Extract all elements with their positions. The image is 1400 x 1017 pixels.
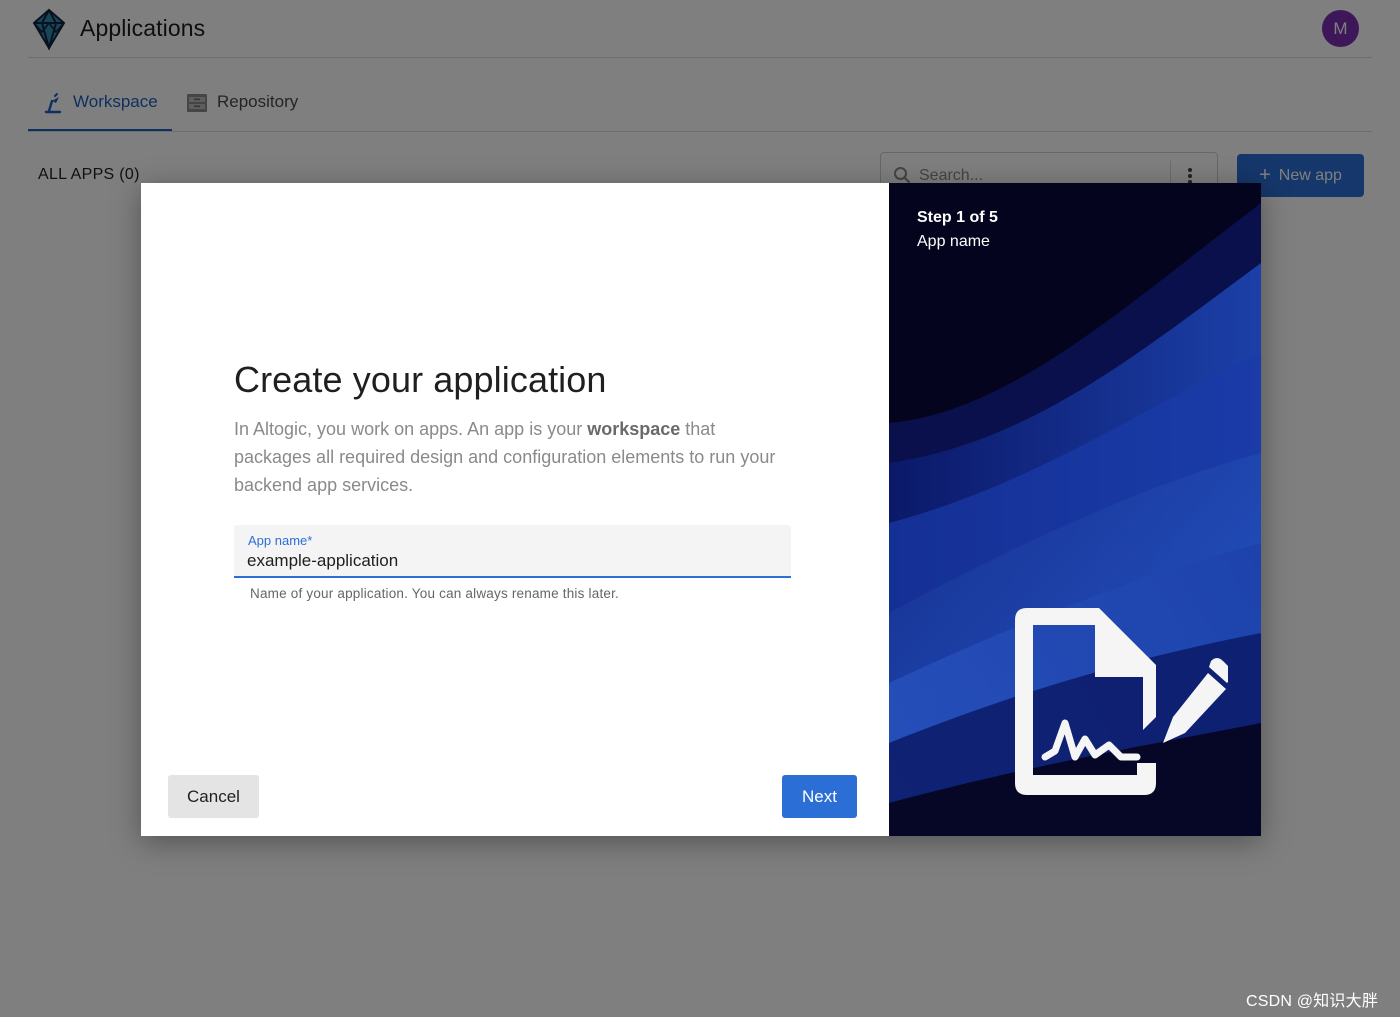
step-name: App name [917, 233, 990, 250]
description-bold: workspace [587, 419, 681, 439]
next-button[interactable]: Next [782, 775, 857, 818]
dialog-title: Create your application [234, 359, 607, 400]
app-name-label: App name* [248, 533, 312, 548]
dialog-content: Create your application In Altogic, you … [141, 183, 889, 836]
dialog-description: In Altogic, you work on apps. An app is … [234, 415, 794, 499]
step-panel: Step 1 of 5 App name [889, 183, 1261, 836]
create-app-dialog: Create your application In Altogic, you … [141, 183, 1261, 836]
step-indicator: Step 1 of 5 [917, 209, 998, 226]
description-text: In Altogic, you work on apps. An app is … [234, 419, 588, 439]
app-name-input[interactable] [247, 549, 767, 573]
field-label-text: App name [248, 533, 308, 548]
app-name-helper-text: Name of your application. You can always… [250, 586, 620, 601]
app-name-field[interactable]: App name* [234, 525, 791, 578]
document-signature-icon [1015, 608, 1228, 795]
watermark-text: CSDN @知识大胖 [1246, 993, 1379, 1010]
required-mark: * [307, 533, 313, 548]
cancel-button[interactable]: Cancel [168, 775, 259, 818]
